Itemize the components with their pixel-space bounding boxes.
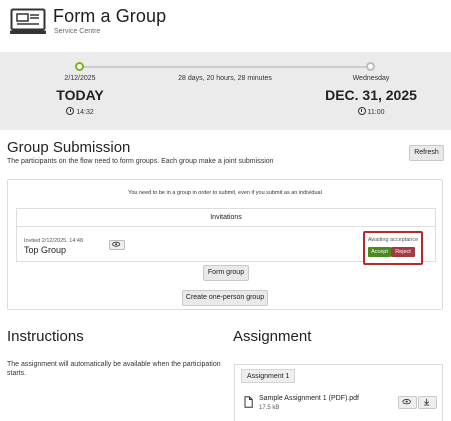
- assignment-title: Assignment: [233, 328, 312, 345]
- form-group-button[interactable]: Form group: [203, 265, 249, 281]
- page-header: Form a Group Service Centre: [0, 0, 451, 44]
- timeline-end-time: 11:00: [300, 107, 442, 116]
- page-title: Form a Group: [53, 6, 167, 26]
- group-panel: You need to be in a group in order to su…: [7, 179, 443, 310]
- view-group-button[interactable]: [109, 240, 125, 250]
- refresh-button[interactable]: Refresh: [409, 145, 444, 161]
- instructions-title: Instructions: [7, 328, 84, 345]
- group-note: You need to be in a group in order to su…: [128, 190, 322, 196]
- file-link[interactable]: Sample Assignment 1 (PDF).pdf: [259, 395, 359, 402]
- timeline-progress-line: [80, 66, 370, 68]
- invitations-heading: Invitations: [17, 209, 435, 227]
- instructions-text: The assignment will automatically be ava…: [7, 361, 221, 377]
- eye-icon: [402, 399, 411, 405]
- invitations-box: Invitations Invited 2/12/2025, 14:48 Top…: [16, 208, 436, 265]
- page-subtitle: Service Centre: [54, 28, 101, 35]
- invitation-group-name: Top Group: [24, 245, 67, 255]
- clock-icon: [357, 107, 366, 115]
- timeline-start-date: 2/12/2025: [64, 75, 96, 82]
- view-file-button[interactable]: [398, 396, 417, 409]
- timeline-start-label: TODAY: [56, 87, 104, 103]
- timeline-end-day: Wednesday: [352, 75, 390, 82]
- accept-button[interactable]: Accept: [368, 247, 391, 257]
- reject-button[interactable]: Reject: [391, 247, 415, 257]
- timeline-end-dot: [366, 62, 375, 71]
- laptop-icon: [10, 8, 46, 34]
- eye-icon: [112, 241, 121, 247]
- download-button[interactable]: [418, 396, 437, 409]
- download-icon: [424, 398, 430, 406]
- file-icon: [244, 396, 253, 408]
- invitation-status: Awaiting acceptance: [367, 237, 419, 243]
- clock-icon: [66, 107, 75, 115]
- create-one-person-group-button[interactable]: Create one-person group: [182, 290, 268, 306]
- timeline: 2/12/2025 TODAY 14:32 28 days, 20 hours,…: [0, 52, 451, 130]
- invitation-status-box: Awaiting acceptance Accept Reject: [363, 231, 423, 265]
- invitation-meta: Invited 2/12/2025, 14:48: [24, 238, 84, 244]
- assignment-box: Assignment 1 Sample Assignment 1 (PDF).p…: [234, 364, 443, 421]
- group-submission-title: Group Submission: [7, 139, 131, 156]
- file-size: 17.5 kB: [259, 405, 280, 411]
- assignment-tag: Assignment 1: [241, 369, 296, 383]
- timeline-end-label: DEC. 31, 2025: [325, 87, 417, 103]
- timeline-start-time: 14:32: [0, 107, 160, 116]
- timeline-remaining: 28 days, 20 hours, 28 minutes: [178, 75, 272, 82]
- timeline-start-dot: [75, 62, 84, 71]
- group-submission-description: The participants on the flow need to for…: [7, 158, 274, 165]
